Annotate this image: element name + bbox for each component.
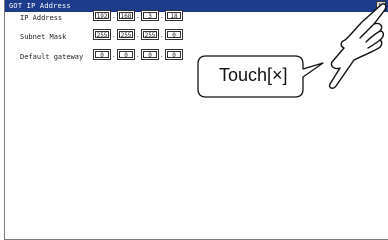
subnet-dot-3: .	[160, 32, 164, 39]
subnet-octet-4[interactable]: 0	[165, 29, 183, 40]
ip-octet-4[interactable]: 18	[165, 10, 183, 21]
subnet-octet-1-value: 255	[95, 31, 109, 39]
callout-text: Touch[×]	[219, 65, 288, 85]
ip-dot-2: .	[136, 13, 140, 20]
gateway-octet-3[interactable]: 0	[141, 49, 159, 60]
ip-octet-4-value: 18	[167, 12, 181, 20]
gateway-octet-1[interactable]: 0	[93, 49, 111, 60]
gateway-dot-2: .	[136, 52, 140, 59]
subnet-octet-3[interactable]: 255	[141, 29, 159, 40]
gateway-octet-2[interactable]: 0	[117, 49, 135, 60]
subnet-octet-1[interactable]: 255	[93, 29, 111, 40]
gateway-octet-4-value: 0	[167, 51, 181, 59]
touch-callout: Touch[×]	[197, 55, 324, 98]
ip-octet-1-value: 192	[95, 12, 109, 20]
ip-dot-3: .	[160, 13, 164, 20]
window-title: GOT IP Address	[9, 2, 71, 10]
subnet-octet-2[interactable]: 255	[117, 29, 135, 40]
ip-octet-1[interactable]: 192	[93, 10, 111, 21]
default-gateway-label: Default gateway	[20, 53, 84, 61]
gateway-octet-4[interactable]: 0	[165, 49, 183, 60]
ip-octet-2[interactable]: 168	[117, 10, 135, 21]
subnet-dot-1: .	[112, 32, 116, 39]
subnet-dot-2: .	[136, 32, 140, 39]
gateway-dot-3: .	[160, 52, 164, 59]
ip-dot-1: .	[112, 13, 116, 20]
gateway-dot-1: .	[112, 52, 116, 59]
subnet-octet-2-value: 255	[119, 31, 133, 39]
pointing-hand-icon	[328, 3, 387, 89]
ip-address-label: IP Address	[20, 14, 63, 22]
subnet-octet-3-value: 255	[143, 31, 157, 39]
ip-octet-3-value: 3	[143, 12, 157, 20]
gateway-octet-2-value: 0	[119, 51, 133, 59]
ip-octet-3[interactable]: 3	[141, 10, 159, 21]
gateway-octet-1-value: 0	[95, 51, 109, 59]
gateway-octet-3-value: 0	[143, 51, 157, 59]
subnet-octet-4-value: 0	[167, 31, 181, 39]
ip-octet-2-value: 168	[119, 12, 133, 20]
subnet-mask-label: Subnet Mask	[20, 33, 67, 41]
